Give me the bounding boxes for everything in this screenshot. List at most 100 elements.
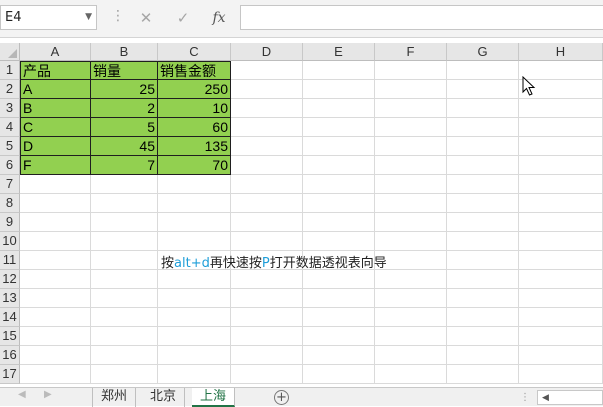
cell-f6[interactable]	[375, 156, 447, 175]
row-header-7[interactable]: 7	[0, 175, 20, 194]
cell-b14[interactable]	[91, 308, 158, 327]
cell-h5[interactable]	[519, 137, 603, 156]
cell-e6[interactable]	[303, 156, 375, 175]
row-header-16[interactable]: 16	[0, 346, 20, 365]
column-header-a[interactable]: A	[20, 43, 91, 61]
cell-g11[interactable]	[447, 251, 519, 270]
cell-b8[interactable]	[91, 194, 158, 213]
cell-f1[interactable]	[375, 61, 447, 80]
cell-f4[interactable]	[375, 118, 447, 137]
cell-d7[interactable]	[231, 175, 303, 194]
cell-d3[interactable]	[231, 99, 303, 118]
column-header-f[interactable]: F	[375, 43, 447, 61]
cell-c4[interactable]: 60	[158, 118, 231, 137]
row-header-4[interactable]: 4	[0, 118, 20, 137]
cell-g8[interactable]	[447, 194, 519, 213]
insert-function-button[interactable]: fx	[206, 6, 232, 30]
row-header-3[interactable]: 3	[0, 99, 20, 118]
cell-g3[interactable]	[447, 99, 519, 118]
scroll-left-icon[interactable]: ◀	[542, 391, 549, 405]
cell-g13[interactable]	[447, 289, 519, 308]
cell-f14[interactable]	[375, 308, 447, 327]
sheet-tab-beijing[interactable]: 北京	[142, 388, 186, 407]
cell-d16[interactable]	[231, 346, 303, 365]
cell-c6[interactable]: 70	[158, 156, 231, 175]
cell-f13[interactable]	[375, 289, 447, 308]
cell-e7[interactable]	[303, 175, 375, 194]
cell-e4[interactable]	[303, 118, 375, 137]
cell-a8[interactable]	[20, 194, 91, 213]
cell-f2[interactable]	[375, 80, 447, 99]
cell-h3[interactable]	[519, 99, 603, 118]
cell-h9[interactable]	[519, 213, 603, 232]
cell-e15[interactable]	[303, 327, 375, 346]
cell-e14[interactable]	[303, 308, 375, 327]
cell-h7[interactable]	[519, 175, 603, 194]
cell-f10[interactable]	[375, 232, 447, 251]
cell-g16[interactable]	[447, 346, 519, 365]
cell-a14[interactable]	[20, 308, 91, 327]
cell-e1[interactable]	[303, 61, 375, 80]
column-header-e[interactable]: E	[303, 43, 375, 61]
cell-f16[interactable]	[375, 346, 447, 365]
row-header-14[interactable]: 14	[0, 308, 20, 327]
cell-a17[interactable]	[20, 365, 91, 384]
row-header-11[interactable]: 11	[0, 251, 20, 270]
cell-c1[interactable]: 销售金额	[158, 61, 231, 80]
cell-b4[interactable]: 5	[91, 118, 158, 137]
select-all-button[interactable]	[0, 43, 20, 61]
cell-d17[interactable]	[231, 365, 303, 384]
cell-b12[interactable]	[91, 270, 158, 289]
cell-c14[interactable]	[158, 308, 231, 327]
enter-icon[interactable]: ✓	[170, 6, 196, 30]
cell-a4[interactable]: C	[20, 118, 91, 137]
cell-a12[interactable]	[20, 270, 91, 289]
cell-b15[interactable]	[91, 327, 158, 346]
cell-a5[interactable]: D	[20, 137, 91, 156]
sheet-tab-shanghai[interactable]: 上海	[192, 388, 236, 407]
cell-f5[interactable]	[375, 137, 447, 156]
cell-e3[interactable]	[303, 99, 375, 118]
column-header-h[interactable]: H	[519, 43, 603, 61]
row-header-13[interactable]: 13	[0, 289, 20, 308]
row-header-2[interactable]: 2	[0, 80, 20, 99]
cell-d12[interactable]	[231, 270, 303, 289]
cell-b16[interactable]	[91, 346, 158, 365]
horizontal-scrollbar[interactable]: ◀	[537, 390, 603, 405]
cell-c9[interactable]	[158, 213, 231, 232]
cell-b11[interactable]	[91, 251, 158, 270]
formula-input[interactable]	[240, 5, 603, 30]
cell-c13[interactable]	[158, 289, 231, 308]
cell-c2[interactable]: 250	[158, 80, 231, 99]
cell-a2[interactable]: A	[20, 80, 91, 99]
tab-scroll-left-icon[interactable]: ◀	[18, 389, 26, 400]
cell-f8[interactable]	[375, 194, 447, 213]
cell-h14[interactable]	[519, 308, 603, 327]
cell-d14[interactable]	[231, 308, 303, 327]
cell-h8[interactable]	[519, 194, 603, 213]
cell-g14[interactable]	[447, 308, 519, 327]
cell-h13[interactable]	[519, 289, 603, 308]
cell-h4[interactable]	[519, 118, 603, 137]
cell-a7[interactable]	[20, 175, 91, 194]
cell-a13[interactable]	[20, 289, 91, 308]
cell-c16[interactable]	[158, 346, 231, 365]
cell-h15[interactable]	[519, 327, 603, 346]
cell-d6[interactable]	[231, 156, 303, 175]
row-header-17[interactable]: 17	[0, 365, 20, 384]
cell-f9[interactable]	[375, 213, 447, 232]
cell-g5[interactable]	[447, 137, 519, 156]
cell-e5[interactable]	[303, 137, 375, 156]
cell-b5[interactable]: 45	[91, 137, 158, 156]
cell-g6[interactable]	[447, 156, 519, 175]
cell-h17[interactable]	[519, 365, 603, 384]
cell-d2[interactable]	[231, 80, 303, 99]
cell-b9[interactable]	[91, 213, 158, 232]
cell-b3[interactable]: 2	[91, 99, 158, 118]
row-header-8[interactable]: 8	[0, 194, 20, 213]
cell-a16[interactable]	[20, 346, 91, 365]
cell-a15[interactable]	[20, 327, 91, 346]
tab-scroll-right-icon[interactable]: ▶	[44, 389, 52, 400]
cell-a11[interactable]	[20, 251, 91, 270]
column-header-g[interactable]: G	[447, 43, 519, 61]
